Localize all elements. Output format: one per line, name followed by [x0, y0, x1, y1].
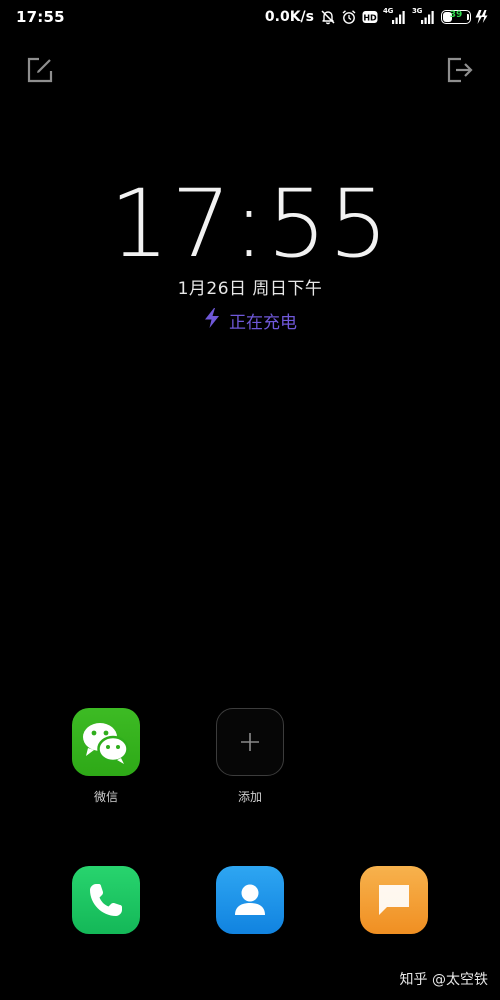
status-bar: 17:55 0.0K/s HD 4G 3G 39 — [0, 0, 500, 34]
add-shortcut-button[interactable] — [216, 708, 284, 776]
messages-app-icon[interactable] — [360, 866, 428, 934]
battery-icon: 39 — [441, 10, 471, 24]
phone-icon — [90, 884, 122, 916]
phone-app-icon[interactable] — [72, 866, 140, 934]
alarm-icon — [341, 9, 357, 25]
shortcut-wechat[interactable]: 微信 — [66, 708, 146, 805]
charging-status: 正在充电 — [0, 307, 500, 334]
watermark: 知乎 @太空铁 — [399, 972, 488, 988]
status-time: 17:55 — [16, 8, 65, 26]
edit-icon[interactable] — [26, 56, 54, 84]
exit-icon[interactable] — [446, 56, 474, 84]
contacts-icon — [235, 884, 265, 915]
charging-bolt-icon — [203, 307, 221, 334]
bell-off-icon — [320, 9, 336, 25]
shortcut-add-label: 添加 — [237, 790, 262, 804]
messages-icon — [379, 885, 409, 915]
charging-bolt-icon — [474, 9, 488, 25]
network-speed: 0.0K/s — [264, 9, 314, 25]
battery-level: 39 — [449, 10, 463, 20]
shortcut-add[interactable]: 添加 — [210, 708, 290, 805]
contacts-app-icon[interactable] — [216, 866, 284, 934]
status-icons: 0.0K/s HD 4G 3G 39 — [264, 7, 488, 26]
plus-icon — [241, 733, 259, 751]
hd-icon: HD — [362, 10, 378, 24]
signal-3g-icon: 3G — [412, 7, 436, 25]
wechat-icon[interactable] — [72, 708, 140, 776]
lock-clock: 17:55 — [109, 170, 391, 279]
shortcut-wechat-label: 微信 — [93, 790, 118, 804]
charging-text: 正在充电 — [229, 313, 297, 333]
lock-date: 1月26日 周日下午 — [177, 279, 323, 299]
svg-text:HD: HD — [363, 14, 377, 23]
signal-4g-icon: 4G — [383, 7, 407, 25]
